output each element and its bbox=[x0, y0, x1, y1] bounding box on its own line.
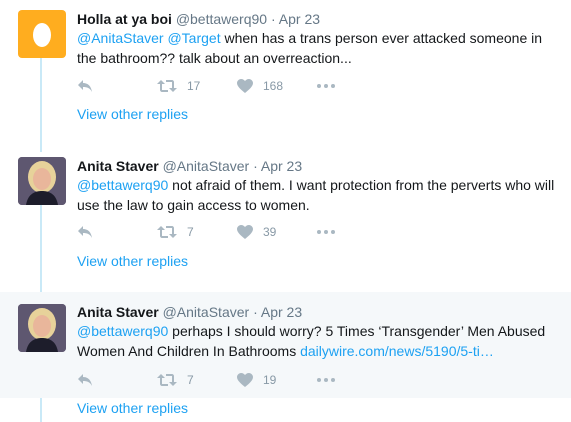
mention-link[interactable]: @bettawerq90 bbox=[77, 177, 168, 193]
author-handle[interactable]: @bettawerq90 bbox=[176, 11, 267, 27]
separator: · bbox=[270, 11, 276, 27]
like-count: 39 bbox=[263, 225, 277, 239]
heart-icon bbox=[237, 79, 253, 93]
reply-button[interactable] bbox=[77, 76, 93, 96]
tweet-actions: 7 39 bbox=[77, 222, 377, 242]
mention-link[interactable]: @AnitaStaver @Target bbox=[77, 30, 221, 46]
tweet-text: @AnitaStaver @Target when has a trans pe… bbox=[77, 28, 557, 68]
profile-photo[interactable] bbox=[18, 157, 66, 205]
retweet-icon bbox=[157, 374, 177, 386]
reply-icon bbox=[78, 226, 92, 238]
tweet[interactable]: Anita Staver @AnitaStaver · Apr 23 @bett… bbox=[0, 292, 571, 398]
more-dots-icon bbox=[317, 378, 335, 382]
retweet-icon bbox=[157, 80, 177, 92]
reply-icon bbox=[78, 374, 92, 386]
article-link[interactable]: dailywire.com/news/5190/5-ti… bbox=[300, 343, 494, 359]
more-dots-icon bbox=[317, 230, 335, 234]
tweet-time[interactable]: Apr 23 bbox=[261, 158, 302, 174]
egg-avatar-icon[interactable] bbox=[18, 10, 66, 58]
author-handle[interactable]: @AnitaStaver bbox=[163, 304, 250, 320]
retweet-icon bbox=[157, 226, 177, 238]
tweet-text: @bettawerq90 perhaps I should worry? 5 T… bbox=[77, 321, 557, 361]
like-button[interactable]: 19 bbox=[237, 370, 276, 390]
author-handle[interactable]: @AnitaStaver bbox=[163, 158, 250, 174]
author-name[interactable]: Holla at ya boi bbox=[77, 11, 172, 27]
separator: · bbox=[253, 304, 258, 320]
author-name[interactable]: Anita Staver bbox=[77, 304, 159, 320]
reply-button[interactable] bbox=[77, 370, 93, 390]
retweet-button[interactable]: 7 bbox=[157, 370, 194, 390]
tweet-header: Anita Staver @AnitaStaver · Apr 23 bbox=[77, 157, 302, 175]
tweet-header: Holla at ya boi @bettawerq90 · Apr 23 bbox=[77, 10, 320, 28]
view-other-replies-link[interactable]: View other replies bbox=[77, 253, 188, 269]
tweet-time[interactable]: Apr 23 bbox=[261, 304, 302, 320]
retweet-count: 7 bbox=[187, 225, 194, 239]
tweet-time[interactable]: Apr 23 bbox=[279, 11, 320, 27]
tweet[interactable]: Anita Staver @AnitaStaver · Apr 23 @bett… bbox=[0, 147, 571, 292]
view-other-replies-link[interactable]: View other replies bbox=[77, 106, 188, 122]
tweet-header: Anita Staver @AnitaStaver · Apr 23 bbox=[77, 303, 302, 321]
tweet[interactable]: Holla at ya boi @bettawerq90 · Apr 23 @A… bbox=[0, 0, 571, 147]
like-button[interactable]: 168 bbox=[237, 76, 283, 96]
more-button[interactable] bbox=[317, 76, 335, 96]
more-button[interactable] bbox=[317, 370, 335, 390]
heart-icon bbox=[237, 225, 253, 239]
more-button[interactable] bbox=[317, 222, 335, 242]
like-count: 168 bbox=[263, 79, 284, 93]
reply-button[interactable] bbox=[77, 222, 93, 242]
separator: · bbox=[253, 158, 258, 174]
tweet-text: @bettawerq90 not afraid of them. I want … bbox=[77, 175, 557, 215]
like-button[interactable]: 39 bbox=[237, 222, 276, 242]
retweet-button[interactable]: 17 bbox=[157, 76, 200, 96]
retweet-button[interactable]: 7 bbox=[157, 222, 194, 242]
like-count: 19 bbox=[263, 373, 277, 387]
view-other-replies-link[interactable]: View other replies bbox=[77, 400, 188, 416]
heart-icon bbox=[237, 373, 253, 387]
more-dots-icon bbox=[317, 84, 335, 88]
tweet-actions: 7 19 bbox=[77, 370, 377, 390]
profile-photo[interactable] bbox=[18, 304, 66, 352]
reply-icon bbox=[78, 80, 92, 92]
tweet-actions: 17 168 bbox=[77, 76, 377, 96]
author-name[interactable]: Anita Staver bbox=[77, 158, 159, 174]
retweet-count: 7 bbox=[187, 373, 194, 387]
retweet-count: 17 bbox=[187, 79, 201, 93]
mention-link[interactable]: @bettawerq90 bbox=[77, 323, 168, 339]
